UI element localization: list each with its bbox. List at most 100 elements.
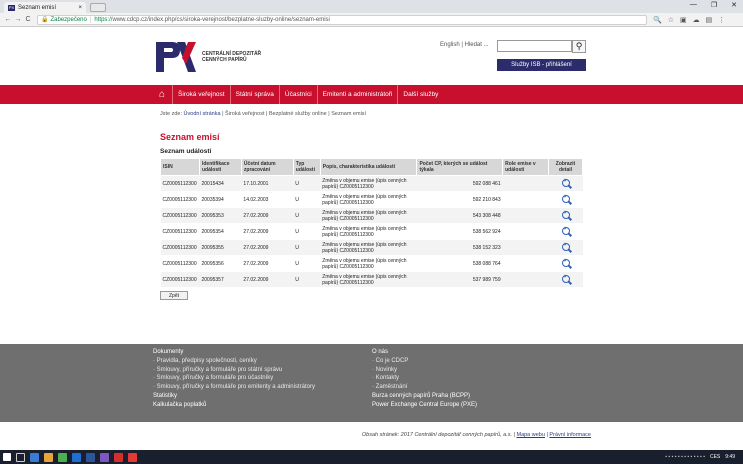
nav-item-siroka-verejnost[interactable]: Široká veřejnost	[172, 85, 230, 104]
close-window-icon[interactable]: ✕	[731, 1, 737, 9]
cell-detail	[548, 271, 583, 288]
url-field[interactable]: 🔒 Zabezpečeno | https:// www.cdcp.cz/ind…	[37, 14, 647, 25]
cell-datum: 27.02.2009	[241, 207, 294, 224]
footer-link[interactable]: Statistiky	[153, 392, 315, 401]
table-row: CZ0005112300 20035394 14.02.2003 U Změna v o…	[160, 191, 583, 208]
cell-datum: 27.02.2009	[241, 239, 294, 256]
cdcp-logo[interactable]: CENTRÁLNÍ DEPOZITÁŘ CENNÝCH PAPÍRŮ	[156, 42, 261, 72]
footer-link[interactable]: · Novinky	[372, 366, 477, 375]
lock-icon: 🔒	[41, 17, 49, 23]
zoom-detail-icon[interactable]	[561, 242, 570, 251]
cell-pocet: 592 088 461	[416, 175, 503, 192]
nav-item-dalsi-sluzby[interactable]: Další služby	[397, 85, 443, 104]
app-icon[interactable]	[72, 452, 81, 462]
windows-start-icon[interactable]	[3, 453, 11, 461]
extension-icon-2[interactable]: ▤	[706, 16, 713, 24]
extension-icon[interactable]: ▣	[680, 16, 687, 24]
tab-close-icon[interactable]: ×	[78, 5, 82, 11]
copyright-text: Obsah stránek: 2017 Centrální depozitář …	[361, 432, 517, 438]
nav-item-emitenti[interactable]: Emitenti a administrátoři	[316, 85, 398, 104]
zoom-detail-icon[interactable]	[561, 210, 570, 219]
zoom-detail-icon[interactable]	[561, 226, 570, 235]
url-divider: |	[89, 16, 92, 23]
cell-typ: U	[293, 223, 321, 240]
task-view-icon[interactable]	[16, 452, 25, 462]
footer-col-about: O nás · Co je CDCP · Novinky · Kontakty …	[372, 348, 477, 410]
cell-role	[502, 255, 549, 272]
cell-isin: CZ0005112300	[160, 239, 200, 256]
cell-datum: 17.10.2001	[241, 175, 294, 192]
minimize-icon[interactable]: —	[690, 1, 697, 9]
browser-tab[interactable]: PX Seznam emisí ×	[4, 2, 86, 13]
cell-pocet: 592 210 843	[416, 191, 503, 208]
back-button[interactable]: Zpět	[160, 291, 188, 300]
footer-link[interactable]: Burza cenných papírů Praha (BCPP)	[372, 392, 477, 401]
cell-typ: U	[293, 271, 321, 288]
logo-text: CENTRÁLNÍ DEPOZITÁŘ CENNÝCH PAPÍRŮ	[202, 51, 261, 63]
zoom-detail-icon[interactable]	[561, 258, 570, 267]
new-tab-button[interactable]	[90, 3, 106, 12]
footer-link[interactable]: · Smlouvy, příručky a formuláře pro účas…	[153, 374, 315, 383]
tray-icons[interactable]: ▪ ▪ ▪ ▪ ▪ ▪ ▪ ▪ ▪ ▪ ▪ ▪ ▪	[665, 454, 705, 460]
nav-item-statni-sprava[interactable]: Státní správa	[229, 85, 279, 104]
nav-item-ucastnici[interactable]: Účastníci	[278, 85, 317, 104]
footer-link[interactable]: · Smlouvy, příručky a formuláře pro emit…	[153, 383, 315, 392]
search-icon[interactable]: ⚲	[572, 40, 586, 53]
forward-arrow-icon[interactable]: →	[13, 16, 23, 23]
back-arrow-icon[interactable]: ←	[3, 16, 13, 23]
footer-link[interactable]: Dokumenty	[153, 348, 315, 357]
footer-col-documents: Dokumenty · Pravidla, předpisy společnos…	[153, 348, 315, 410]
lang-search-label[interactable]: English | Hledat ...	[440, 42, 489, 48]
col-isin: ISIN	[160, 158, 200, 176]
home-icon[interactable]: ⌂	[152, 85, 172, 104]
footer-link[interactable]: Kalkulačka poplatků	[153, 401, 315, 410]
legal-link[interactable]: Právní informace	[549, 432, 591, 438]
footer-link[interactable]: · Kontakty	[372, 374, 477, 383]
footer-link[interactable]: O nás	[372, 348, 477, 357]
breadcrumb-home-link[interactable]: Úvodní stránka	[184, 111, 221, 117]
system-tray: ▪ ▪ ▪ ▪ ▪ ▪ ▪ ▪ ▪ ▪ ▪ ▪ ▪ CES 9:49	[665, 450, 735, 464]
app-icon[interactable]	[100, 452, 109, 462]
zoom-detail-icon[interactable]	[561, 194, 570, 203]
cell-role	[502, 271, 549, 288]
sitemap-link[interactable]: Mapa webu	[516, 432, 544, 438]
table-row: CZ0005112300 20095357 27.02.2009 U Změna v o…	[160, 271, 583, 288]
footer-link[interactable]: · Zaměstnání	[372, 383, 477, 392]
input-language[interactable]: CES	[710, 454, 720, 460]
reload-icon[interactable]: C	[23, 16, 33, 23]
footer-link[interactable]: Power Exchange Central Europe (PXE)	[372, 401, 477, 410]
search-input[interactable]	[497, 40, 572, 52]
folder-icon[interactable]	[44, 452, 53, 462]
app-icon[interactable]	[58, 452, 67, 462]
col-identifikace: Identifikace události	[198, 158, 242, 176]
cloud-icon[interactable]: ☁	[693, 16, 700, 24]
cell-isin: CZ0005112300	[160, 255, 200, 272]
table-row: CZ0005112300 20095356 27.02.2009 U Změna v o…	[160, 255, 583, 272]
clock[interactable]: 9:49	[725, 454, 735, 460]
isb-login-button[interactable]: Služby ISB - přihlášení	[497, 59, 586, 71]
cell-popis: Změna v objemu emise (úpis cenných papír…	[320, 191, 417, 208]
footer-link[interactable]: · Co je CDCP	[372, 357, 477, 366]
cell-identifikace: 20095355	[199, 239, 242, 256]
word-icon[interactable]	[86, 452, 95, 462]
pdf-icon[interactable]	[114, 452, 123, 462]
footer-link[interactable]: · Pravidla, předpisy společnosti, ceníky	[153, 357, 315, 366]
zoom-detail-icon[interactable]	[561, 178, 570, 187]
bookmark-star-icon[interactable]: ☆	[668, 16, 674, 24]
cell-detail	[548, 223, 583, 240]
footer-link[interactable]: · Smlouvy, příručky a formuláře pro stát…	[153, 366, 315, 375]
app-icon[interactable]	[30, 452, 39, 462]
table-row: CZ0005112300 20095353 27.02.2009 U Změna v o…	[160, 207, 583, 224]
cell-popis: Změna v objemu emise (úpis cenných papír…	[320, 175, 417, 192]
cell-identifikace: 20015434	[199, 175, 242, 192]
zoom-detail-icon[interactable]	[561, 274, 570, 283]
cell-detail	[548, 175, 583, 192]
app-icon[interactable]	[128, 452, 137, 462]
cell-detail	[548, 207, 583, 224]
zoom-icon[interactable]: 🔍	[653, 16, 662, 24]
maximize-icon[interactable]: ❐	[711, 1, 717, 9]
os-taskbar: ▪ ▪ ▪ ▪ ▪ ▪ ▪ ▪ ▪ ▪ ▪ ▪ ▪ CES 9:49	[0, 450, 743, 464]
menu-icon[interactable]: ⋮	[718, 16, 725, 24]
table-row: CZ0005112300 20095354 27.02.2009 U Změna v o…	[160, 223, 583, 240]
cell-pocet: 538 152 323	[416, 239, 503, 256]
